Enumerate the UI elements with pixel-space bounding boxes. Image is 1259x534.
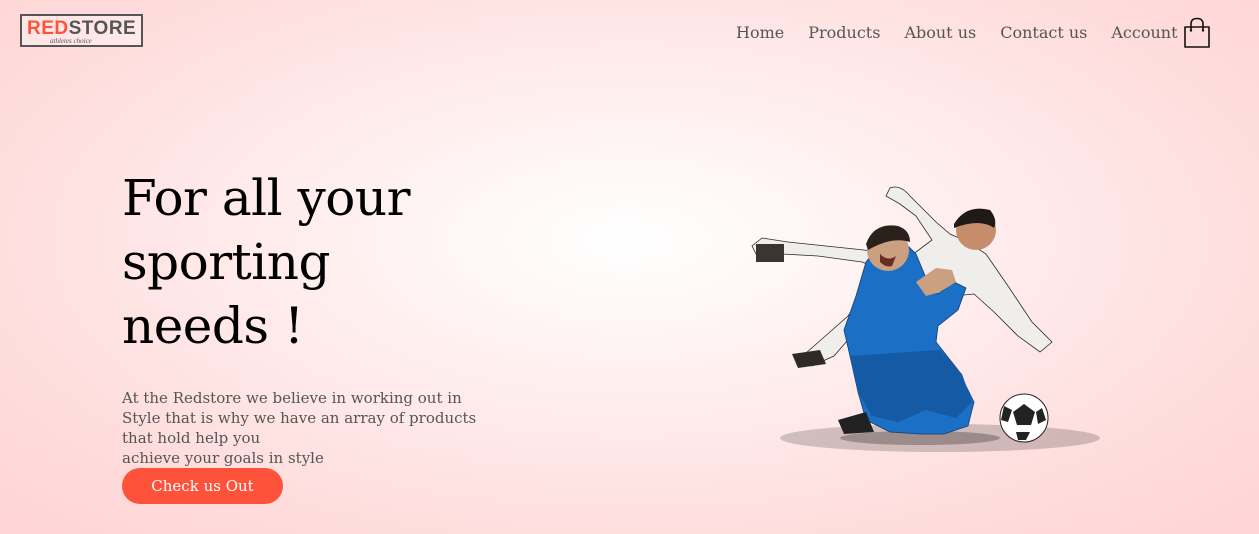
nav-item-contact-us[interactable]: Contact us [1000,22,1087,44]
check-us-out-button[interactable]: Check us Out [122,468,283,504]
hero-description-line: At the Redstore we believe in working ou… [122,389,462,407]
redstore-logo[interactable]: REDSTORE athletes choice [20,14,143,47]
hero-description-line: that hold help you [122,429,261,447]
hero-title-line: sporting [122,233,330,291]
hero-description-line: Style that is why we have an array of pr… [122,409,477,427]
nav-item-products[interactable]: Products [808,22,880,44]
logo-tagline: athletes choice [50,37,92,45]
hero-description: At the Redstore we believe in working ou… [122,388,492,468]
nav-item-about-us[interactable]: About us [904,22,976,44]
hero-description-line: achieve your goals in style [122,449,324,467]
nav-item-account[interactable]: Account [1111,22,1177,44]
shopping-bag-icon[interactable] [1182,17,1212,49]
hero-title-line: For all your [122,169,411,227]
nav-item-home[interactable]: Home [736,22,784,44]
nav-menu: Home Products About us Contact us Accoun… [736,22,1202,44]
navbar: REDSTORE athletes choice Home Products A… [0,0,1259,66]
hero-title: For all your sporting needs ! [122,166,542,358]
soccer-players-photo [740,170,1120,480]
hero-title-line: needs ! [122,297,304,355]
